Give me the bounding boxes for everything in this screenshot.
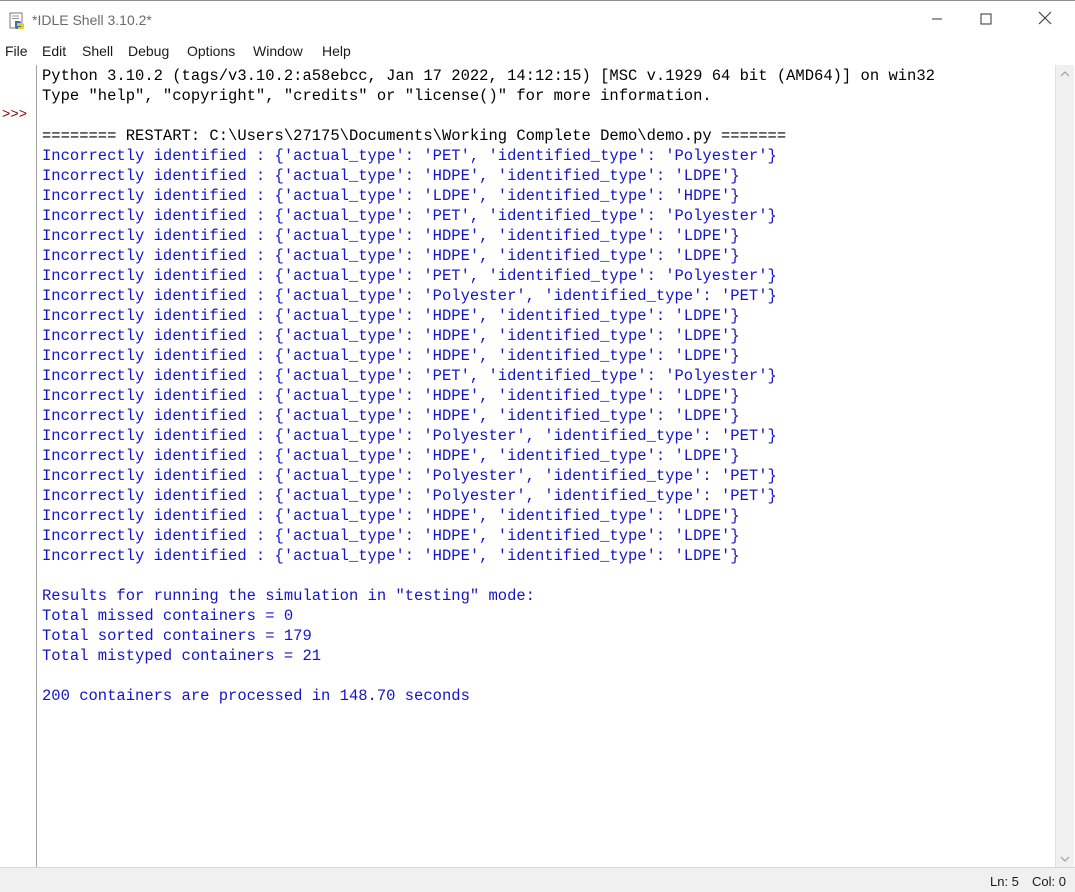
python-idle-icon — [8, 12, 26, 30]
banner-line-1: Python 3.10.2 (tags/v3.10.2:a58ebcc, Jan… — [42, 67, 935, 85]
output-line: Incorrectly identified : {'actual_type':… — [42, 327, 740, 345]
output-line: Incorrectly identified : {'actual_type':… — [42, 247, 740, 265]
maximize-button[interactable] — [963, 2, 1009, 39]
close-button[interactable] — [1022, 2, 1068, 39]
output-line: Incorrectly identified : {'actual_type':… — [42, 227, 740, 245]
output-line: Incorrectly identified : {'actual_type':… — [42, 447, 740, 465]
menu-debug[interactable]: Debug — [128, 43, 169, 59]
output-line: Incorrectly identified : {'actual_type':… — [42, 507, 740, 525]
output-line: Incorrectly identified : {'actual_type':… — [42, 287, 777, 305]
scroll-thumb[interactable] — [1059, 83, 1071, 848]
scroll-down-button[interactable] — [1056, 850, 1074, 867]
menu-shell[interactable]: Shell — [82, 43, 113, 59]
menu-bar: File Edit Shell Debug Options Window Hel… — [0, 40, 1075, 62]
menu-edit[interactable]: Edit — [42, 43, 66, 59]
shell-text-area[interactable]: Python 3.10.2 (tags/v3.10.2:a58ebcc, Jan… — [37, 65, 1055, 867]
close-icon — [1038, 11, 1052, 30]
window-title: *IDLE Shell 3.10.2* — [32, 12, 152, 28]
output-line: Incorrectly identified : {'actual_type':… — [42, 207, 777, 225]
menu-window[interactable]: Window — [253, 43, 303, 59]
banner-line-2: Type "help", "copyright", "credits" or "… — [42, 87, 712, 105]
output-line: Incorrectly identified : {'actual_type':… — [42, 527, 740, 545]
restart-line: ======== RESTART: C:\Users\27175\Documen… — [42, 127, 787, 145]
output-line: Incorrectly identified : {'actual_type':… — [42, 167, 740, 185]
output-line: Incorrectly identified : {'actual_type':… — [42, 187, 740, 205]
column-number-indicator: Col: 0 — [1032, 874, 1066, 889]
status-bar: Ln: 5 Col: 0 — [0, 867, 1075, 892]
sorted-count-line: Total sorted containers = 179 — [42, 627, 312, 645]
prompt-gutter — [0, 65, 36, 867]
results-header: Results for running the simulation in "t… — [42, 587, 535, 605]
menu-file[interactable]: File — [5, 43, 28, 59]
vertical-scrollbar[interactable] — [1055, 65, 1074, 867]
minimize-icon — [931, 12, 943, 30]
idle-shell-window: *IDLE Shell 3.10.2* File Edit Shell Debu… — [0, 0, 1075, 892]
chevron-up-icon — [1060, 65, 1070, 83]
output-line: Incorrectly identified : {'actual_type':… — [42, 387, 740, 405]
output-line: Incorrectly identified : {'actual_type':… — [42, 367, 777, 385]
title-bar[interactable]: *IDLE Shell 3.10.2* — [0, 1, 1075, 38]
maximize-icon — [980, 12, 992, 30]
output-line: Incorrectly identified : {'actual_type':… — [42, 347, 740, 365]
minimize-button[interactable] — [914, 2, 960, 39]
output-line: Incorrectly identified : {'actual_type':… — [42, 147, 777, 165]
menu-options[interactable]: Options — [187, 43, 235, 59]
chevron-down-icon — [1060, 850, 1070, 868]
menu-help[interactable]: Help — [322, 43, 351, 59]
output-line: Incorrectly identified : {'actual_type':… — [42, 267, 777, 285]
summary-line: 200 containers are processed in 148.70 s… — [42, 687, 470, 705]
output-line: Incorrectly identified : {'actual_type':… — [42, 467, 777, 485]
output-line: Incorrectly identified : {'actual_type':… — [42, 547, 740, 565]
output-line: Incorrectly identified : {'actual_type':… — [42, 407, 740, 425]
output-line: Incorrectly identified : {'actual_type':… — [42, 487, 777, 505]
output-line: Incorrectly identified : {'actual_type':… — [42, 307, 740, 325]
missed-count-line: Total missed containers = 0 — [42, 607, 294, 625]
mistyped-count-line: Total mistyped containers = 21 — [42, 647, 322, 665]
line-number-indicator: Ln: 5 — [990, 874, 1019, 889]
output-line: Incorrectly identified : {'actual_type':… — [42, 427, 777, 445]
scroll-up-button[interactable] — [1056, 65, 1074, 82]
shell-prompt: >>> — [2, 107, 28, 123]
